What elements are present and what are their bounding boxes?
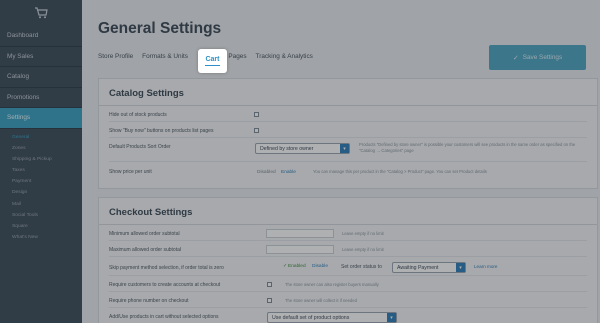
show-price-label: Show price per unit: [109, 169, 152, 175]
set-status-label: Set order status to: [341, 264, 382, 270]
price-enable-link[interactable]: Enable: [281, 170, 296, 175]
min-order-label: Minimum allowed order subtotal: [109, 231, 180, 237]
subnav-item-square[interactable]: Square: [0, 221, 82, 232]
require-accounts-checkbox[interactable]: [267, 282, 272, 287]
divider: [109, 291, 587, 292]
divider: [109, 307, 587, 308]
checkout-settings-title: Checkout Settings: [109, 207, 193, 218]
hide-out-of-stock-checkbox[interactable]: [254, 112, 259, 117]
skip-payment-label: Skip payment method selection, if order …: [109, 264, 224, 271]
hide-out-of-stock-row: Hide out of stock products: [109, 108, 587, 122]
default-sort-value: Defined by store owner: [260, 145, 314, 152]
tab-formats-units[interactable]: Formats & Units: [142, 53, 188, 60]
subnav-item-zones[interactable]: Zones: [0, 143, 82, 154]
max-order-row: Maximum allowed order subtotal Leave emp…: [109, 243, 587, 257]
save-settings-label: Save Settings: [522, 54, 563, 61]
order-status-value: Awaiting Payment: [397, 264, 439, 271]
max-order-hint: Leave empty if no limit: [342, 247, 384, 252]
skip-payment-row: Skip payment method selection, if order …: [109, 259, 587, 276]
price-toggle: Disabled Enable: [257, 170, 296, 175]
default-sort-hint: Products "Defined by store owner" is pos…: [359, 142, 576, 153]
skip-payment-toggle: ✓Enabled Disable: [283, 264, 328, 269]
divider: [109, 256, 587, 257]
order-status-select[interactable]: Awaiting Payment ▾: [392, 262, 466, 273]
divider: [109, 121, 587, 122]
price-hint: You can manage this per product in the "…: [313, 169, 487, 174]
max-order-label: Maximum allowed order subtotal: [109, 247, 181, 253]
sidebar-item-my-sales[interactable]: My Sales: [0, 47, 82, 67]
require-phone-label: Require phone number on checkout: [109, 298, 189, 304]
max-order-input[interactable]: [266, 245, 334, 254]
show-price-row: Show price per unit Disabled Enable You …: [109, 165, 587, 179]
sidebar-item-dashboard[interactable]: Dashboard: [0, 26, 82, 47]
catalog-settings-title: Catalog Settings: [109, 88, 184, 99]
check-icon: ✓: [283, 264, 288, 269]
show-buy-now-checkbox[interactable]: [254, 128, 259, 133]
catalog-settings-card: Catalog Settings Hide out of stock produ…: [98, 78, 598, 189]
skip-enabled-label: Enabled: [288, 264, 306, 269]
sidebar-item-settings[interactable]: Settings: [0, 108, 82, 129]
require-phone-hint: The store owner will collect it if neede…: [285, 298, 357, 303]
divider: [109, 275, 587, 276]
min-order-hint: Leave empty if no limit: [342, 231, 384, 236]
show-buy-now-row: Show "Buy now" buttons on products list …: [109, 124, 587, 138]
require-accounts-row: Require customers to create accounts at …: [109, 278, 587, 292]
subnav-item-whats-new[interactable]: What's New: [0, 232, 82, 243]
price-disabled-label: Disabled: [257, 169, 276, 175]
tab-store-profile[interactable]: Store Profile: [98, 53, 133, 60]
add-products-row: Add/Use products in cart without selecte…: [109, 310, 587, 323]
settings-subnav: General Zones Shipping & Pickup Taxes Pa…: [0, 129, 82, 244]
subnav-item-mail[interactable]: Mail: [0, 199, 82, 210]
learn-more-link[interactable]: Learn more: [474, 264, 498, 269]
subnav-item-design[interactable]: Design: [0, 187, 82, 198]
add-products-value: Use default set of product options: [272, 314, 350, 321]
require-phone-checkbox[interactable]: [267, 298, 272, 303]
sidebar: Dashboard My Sales Catalog Promotions Se…: [0, 0, 82, 323]
sidebar-item-promotions[interactable]: Promotions: [0, 88, 82, 108]
min-order-row: Minimum allowed order subtotal Leave emp…: [109, 227, 587, 241]
active-tab-underline: [205, 64, 220, 67]
divider: [99, 224, 597, 225]
subnav-item-social-tools[interactable]: Social Tools: [0, 210, 82, 221]
subnav-item-payment[interactable]: Payment: [0, 176, 82, 187]
divider: [109, 161, 587, 162]
default-sort-label: Default Products Sort Order: [109, 144, 171, 150]
subnav-item-shipping[interactable]: Shipping & Pickup: [0, 154, 82, 165]
require-accounts-hint: The store owner can also register buyers…: [285, 282, 379, 287]
divider: [99, 105, 597, 106]
skip-disable-link[interactable]: Disable: [312, 264, 328, 269]
default-sort-select[interactable]: Defined by store owner ▾: [255, 143, 350, 154]
tab-cart[interactable]: Cart: [198, 49, 227, 73]
subnav-item-taxes[interactable]: Taxes: [0, 165, 82, 176]
sidebar-item-catalog[interactable]: Catalog: [0, 67, 82, 88]
page-title: General Settings: [98, 20, 222, 37]
add-products-select[interactable]: Use default set of product options ▾: [267, 312, 397, 323]
divider: [109, 137, 587, 138]
tab-cart-label: Cart: [205, 55, 220, 63]
default-sort-row: Default Products Sort Order Defined by s…: [109, 140, 587, 162]
check-icon: ✓: [512, 54, 519, 62]
divider: [109, 240, 587, 241]
subnav-item-general[interactable]: General: [0, 132, 82, 143]
logo[interactable]: [0, 0, 82, 26]
cart-logo-icon: [35, 7, 48, 19]
chevron-down-icon: ▾: [387, 313, 396, 322]
checkout-settings-card: Checkout Settings Minimum allowed order …: [98, 197, 598, 323]
require-phone-row: Require phone number on checkout The sto…: [109, 294, 587, 308]
chevron-down-icon: ▾: [340, 144, 349, 153]
add-products-label: Add/Use products in cart without selecte…: [109, 314, 219, 320]
save-settings-button[interactable]: ✓ Save Settings: [489, 45, 586, 70]
show-buy-now-label: Show "Buy now" buttons on products list …: [109, 128, 214, 134]
chevron-down-icon: ▾: [456, 263, 465, 272]
main-content: General Settings Store Profile Formats &…: [82, 0, 600, 323]
hide-out-of-stock-label: Hide out of stock products: [109, 112, 167, 118]
require-accounts-label: Require customers to create accounts at …: [109, 282, 221, 288]
min-order-input[interactable]: [266, 229, 334, 238]
tab-tracking-analytics[interactable]: Tracking & Analytics: [256, 53, 313, 60]
